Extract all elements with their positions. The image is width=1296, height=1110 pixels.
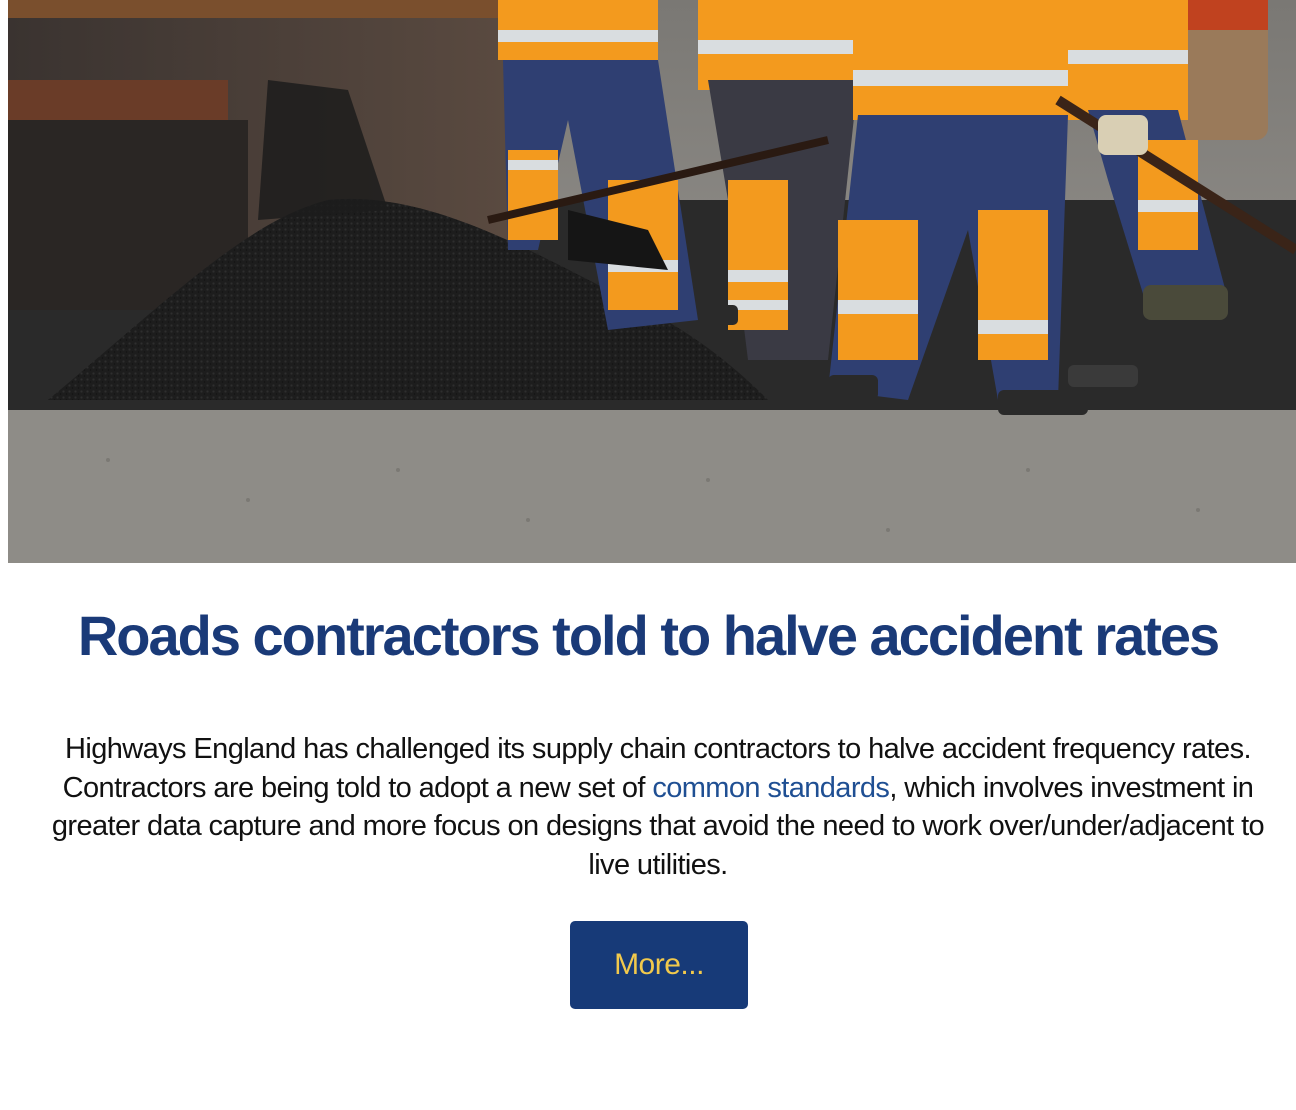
article-headline: Roads contractors told to halve accident… bbox=[77, 604, 1220, 667]
more-button[interactable]: More... bbox=[570, 921, 748, 1009]
hero-image bbox=[8, 0, 1296, 563]
roadworks-photo bbox=[8, 0, 1296, 563]
article-summary: Highways England has challenged its supp… bbox=[36, 730, 1280, 884]
common-standards-link[interactable]: common standards bbox=[652, 772, 890, 804]
